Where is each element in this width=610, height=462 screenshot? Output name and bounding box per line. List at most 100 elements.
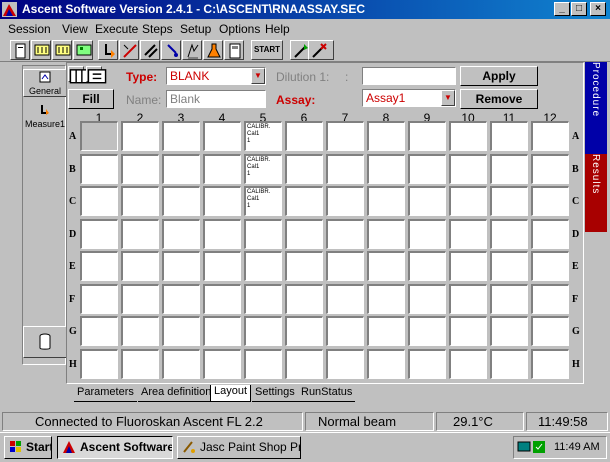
row-header[interactable]: G: [69, 326, 77, 337]
well-b9[interactable]: [408, 153, 446, 184]
row-header[interactable]: E: [69, 261, 76, 272]
well-a1[interactable]: [80, 121, 118, 151]
well-c2[interactable]: [121, 186, 159, 216]
well-d12[interactable]: [531, 218, 569, 249]
well-c6[interactable]: [285, 186, 323, 216]
tab-runstatus[interactable]: RunStatus: [298, 386, 356, 402]
well-g9[interactable]: [408, 316, 446, 346]
well-a10[interactable]: [449, 121, 487, 151]
row-header[interactable]: D: [572, 229, 579, 240]
well-f9[interactable]: [408, 283, 446, 314]
well-d11[interactable]: [490, 218, 528, 249]
dilution-input[interactable]: [362, 67, 456, 85]
taskbar-paintshop-button[interactable]: Jasc Paint Shop Pro...: [177, 436, 301, 459]
menu-session[interactable]: Session: [8, 22, 51, 36]
well-c3[interactable]: [162, 186, 200, 216]
well-g10[interactable]: [449, 316, 487, 346]
well-h7[interactable]: [326, 348, 364, 379]
well-g5[interactable]: [244, 316, 282, 346]
well-f1[interactable]: [80, 283, 118, 314]
row-header[interactable]: B: [69, 164, 76, 175]
well-g4[interactable]: [203, 316, 241, 346]
results-side-tab[interactable]: Results: [585, 154, 607, 232]
well-d7[interactable]: [326, 218, 364, 249]
menu-help[interactable]: Help: [265, 22, 290, 36]
well-d1[interactable]: [80, 218, 118, 249]
well-g12[interactable]: [531, 316, 569, 346]
row-header[interactable]: A: [69, 131, 76, 142]
well-h11[interactable]: [490, 348, 528, 379]
well-b3[interactable]: [162, 153, 200, 184]
well-a7[interactable]: [326, 121, 364, 151]
well-e6[interactable]: [285, 251, 323, 281]
well-f6[interactable]: [285, 283, 323, 314]
nav-measure-button[interactable]: Measure1: [23, 103, 67, 131]
well-d6[interactable]: [285, 218, 323, 249]
well-b5[interactable]: CALIBR. Cal1 1: [244, 153, 282, 184]
well-f12[interactable]: [531, 283, 569, 314]
well-f11[interactable]: [490, 283, 528, 314]
minimize-button[interactable]: _: [554, 2, 570, 16]
well-e8[interactable]: [367, 251, 405, 281]
well-a6[interactable]: [285, 121, 323, 151]
well-b2[interactable]: [121, 153, 159, 184]
well-h9[interactable]: [408, 348, 446, 379]
well-h4[interactable]: [203, 348, 241, 379]
chevron-down-icon[interactable]: ▼: [441, 90, 455, 106]
scheduler-tray-icon[interactable]: [532, 440, 546, 454]
plate-edit-button[interactable]: [86, 66, 107, 84]
well-f10[interactable]: [449, 283, 487, 314]
tab-layout[interactable]: Layout: [210, 385, 252, 402]
procedure-side-tab[interactable]: Procedure: [585, 62, 607, 154]
well-a9[interactable]: [408, 121, 446, 151]
toolbar-calc-button[interactable]: [224, 40, 244, 60]
row-header[interactable]: F: [572, 294, 578, 305]
well-c11[interactable]: [490, 186, 528, 216]
name-input[interactable]: Blank: [166, 90, 266, 108]
title-bar[interactable]: Ascent Software Version 2.4.1 - C:\ASCEN…: [0, 0, 610, 19]
taskbar-ascent-button[interactable]: Ascent Software ...: [57, 436, 173, 459]
row-header[interactable]: C: [69, 196, 76, 207]
well-d10[interactable]: [449, 218, 487, 249]
well-c1[interactable]: [80, 186, 118, 216]
well-h1[interactable]: [80, 348, 118, 379]
well-g11[interactable]: [490, 316, 528, 346]
well-h12[interactable]: [531, 348, 569, 379]
well-g8[interactable]: [367, 316, 405, 346]
well-e11[interactable]: [490, 251, 528, 281]
row-header[interactable]: F: [69, 294, 75, 305]
well-b4[interactable]: [203, 153, 241, 184]
well-c10[interactable]: [449, 186, 487, 216]
well-a2[interactable]: [121, 121, 159, 151]
well-b7[interactable]: [326, 153, 364, 184]
assay-select[interactable]: Assay1 ▼: [362, 89, 456, 107]
row-header[interactable]: G: [572, 326, 580, 337]
fill-button[interactable]: Fill: [68, 89, 114, 109]
toolbar-shake-button[interactable]: [140, 40, 160, 60]
well-g1[interactable]: [80, 316, 118, 346]
well-a8[interactable]: [367, 121, 405, 151]
nav-general-button[interactable]: General: [23, 69, 67, 97]
network-tray-icon[interactable]: [517, 440, 531, 454]
well-d4[interactable]: [203, 218, 241, 249]
row-header[interactable]: E: [572, 261, 579, 272]
menu-options[interactable]: Options: [219, 22, 260, 36]
well-c9[interactable]: [408, 186, 446, 216]
tab-settings[interactable]: Settings: [252, 386, 298, 402]
remove-button[interactable]: Remove: [460, 89, 538, 109]
well-c12[interactable]: [531, 186, 569, 216]
well-b12[interactable]: [531, 153, 569, 184]
well-f7[interactable]: [326, 283, 364, 314]
toolbar-start-button[interactable]: START: [251, 40, 283, 60]
close-button[interactable]: ×: [590, 2, 606, 16]
well-h8[interactable]: [367, 348, 405, 379]
menu-view[interactable]: View: [62, 22, 88, 36]
well-e4[interactable]: [203, 251, 241, 281]
toolbar-stop-button[interactable]: [308, 40, 334, 60]
well-b6[interactable]: [285, 153, 323, 184]
well-a12[interactable]: [531, 121, 569, 151]
well-f8[interactable]: [367, 283, 405, 314]
row-header[interactable]: A: [572, 131, 579, 142]
toolbar-incubate-button[interactable]: [182, 40, 202, 60]
well-g6[interactable]: [285, 316, 323, 346]
